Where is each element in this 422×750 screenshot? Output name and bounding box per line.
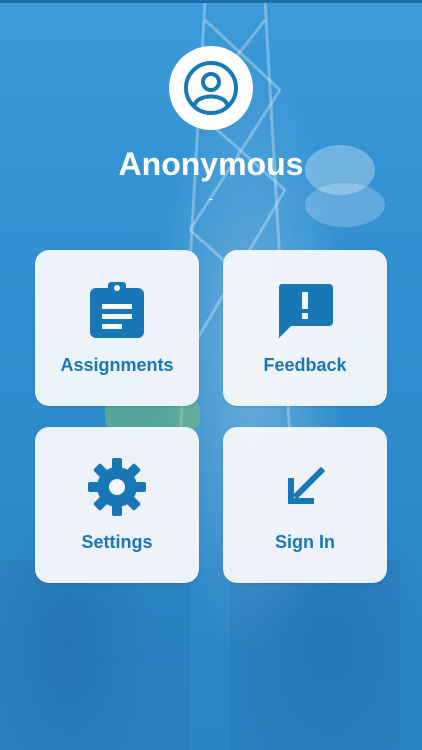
settings-label: Settings bbox=[81, 532, 153, 552]
sign-in-label: Sign In bbox=[275, 532, 335, 552]
avatar[interactable] bbox=[169, 46, 253, 130]
assignments-button[interactable]: Assignments bbox=[35, 250, 199, 406]
gear-icon bbox=[88, 458, 146, 516]
feedback-label: Feedback bbox=[263, 355, 347, 375]
sign-in-button[interactable]: Sign In bbox=[223, 427, 387, 583]
feedback-icon bbox=[278, 284, 333, 338]
assignments-label: Assignments bbox=[60, 355, 174, 375]
profile-name: Anonymous bbox=[118, 146, 304, 182]
profile-subtitle: - bbox=[208, 190, 214, 206]
feedback-button[interactable]: Feedback bbox=[223, 250, 387, 406]
status-bar-strip bbox=[0, 0, 422, 3]
user-icon bbox=[184, 61, 238, 115]
arrow-down-left-icon bbox=[288, 467, 325, 504]
settings-button[interactable]: Settings bbox=[35, 427, 199, 583]
clipboard-icon bbox=[90, 282, 144, 338]
